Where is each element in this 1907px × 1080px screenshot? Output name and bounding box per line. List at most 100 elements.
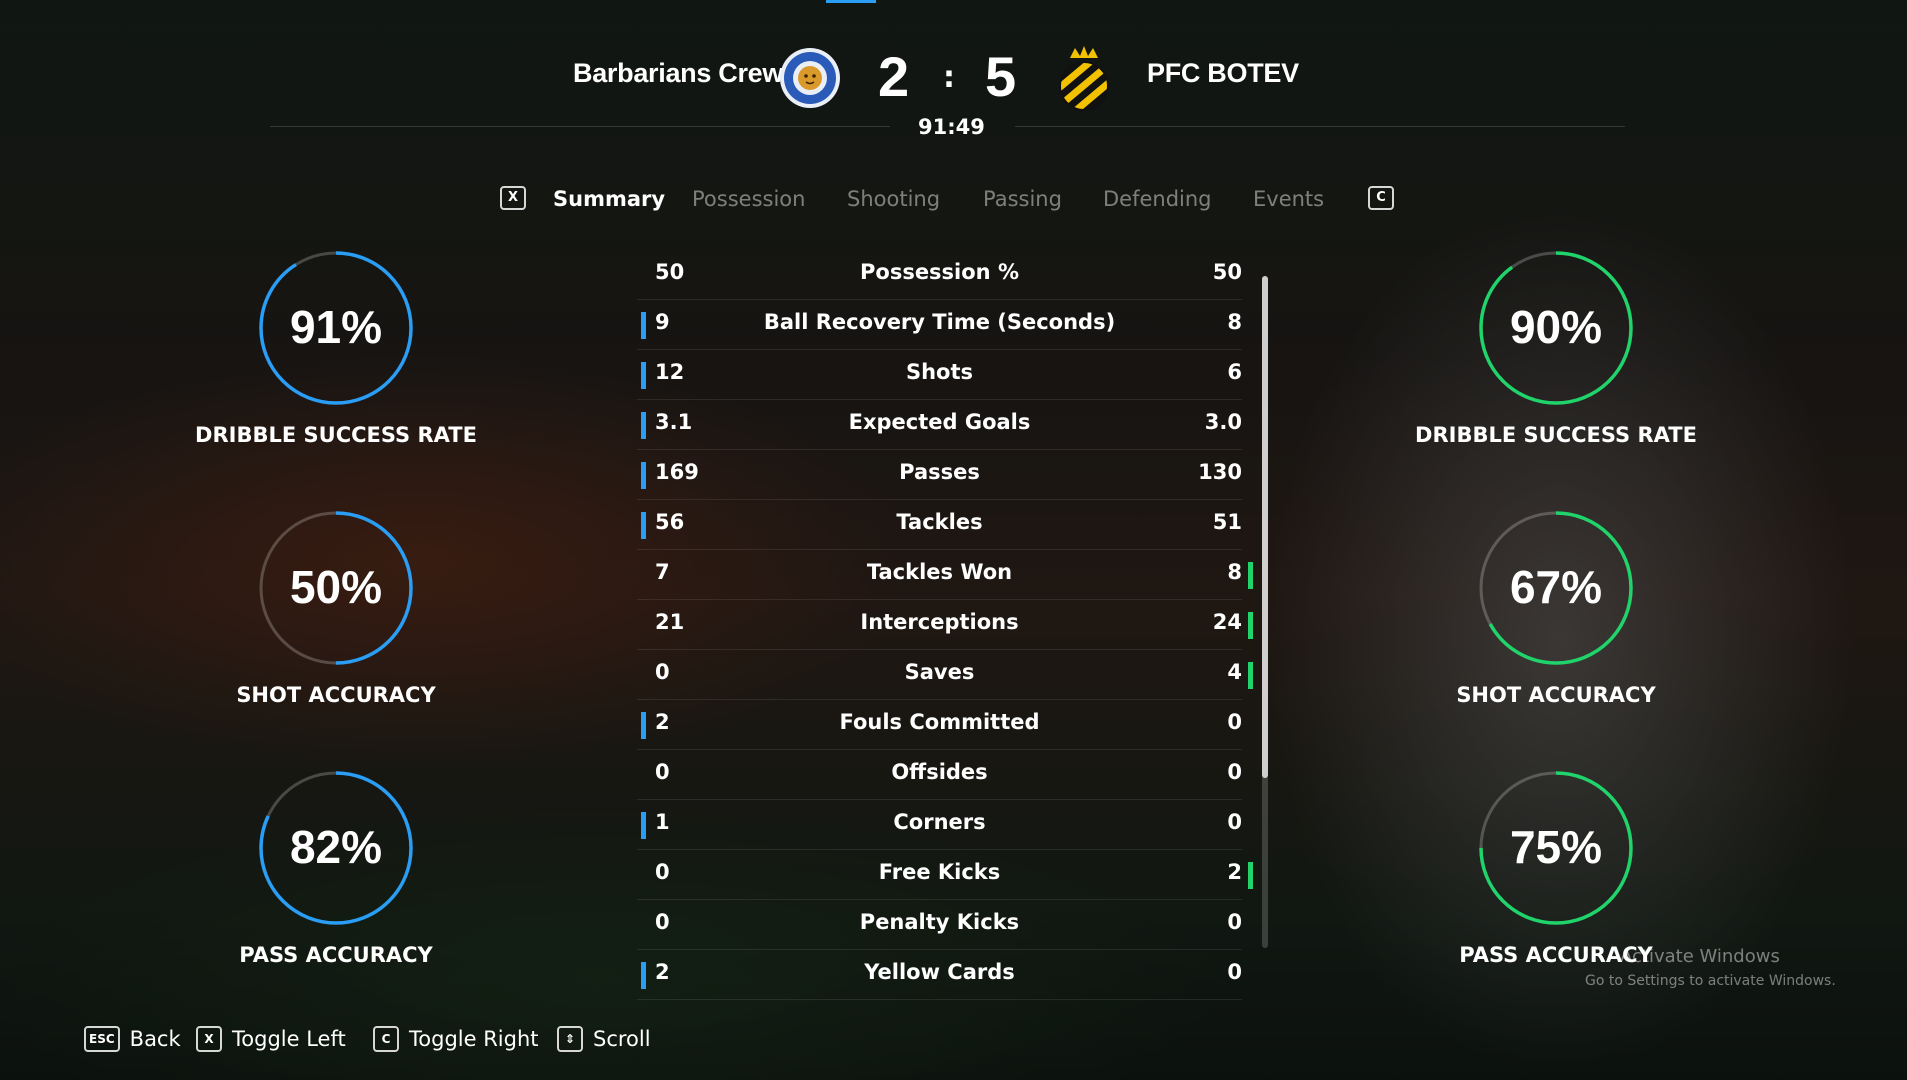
ring-label: DRIBBLE SUCCESS RATE	[195, 423, 477, 447]
away-pass-accuracy-stat: 75% PASS ACCURACY	[1406, 768, 1706, 967]
home-team-name: Barbarians Crew	[573, 58, 784, 88]
stat-row: 1 Corners 0	[637, 800, 1242, 850]
ring-value: 75%	[1509, 821, 1603, 873]
toggle-left-label: Toggle Left	[232, 1027, 346, 1051]
away-stat-value: 6	[1227, 360, 1242, 384]
stat-row: 2 Fouls Committed 0	[637, 700, 1242, 750]
stat-row: 3.1 Expected Goals 3.0	[637, 400, 1242, 450]
match-clock: 91:49	[918, 115, 985, 139]
away-stat-value: 24	[1212, 610, 1242, 634]
ring-gauge: 90%	[1476, 248, 1636, 408]
away-stat-value: 0	[1227, 710, 1242, 734]
stat-label: Tackles	[896, 510, 983, 534]
stat-row: 50 Possession % 50	[637, 250, 1242, 300]
ring-gauge: 82%	[256, 768, 416, 928]
stat-row: 0 Penalty Kicks 0	[637, 900, 1242, 950]
stat-label: Penalty Kicks	[859, 910, 1020, 934]
stat-label: Interceptions	[860, 610, 1019, 634]
away-score: 5	[985, 45, 1017, 108]
stat-row: 56 Tackles 51	[637, 500, 1242, 550]
ring-gauge: 50%	[256, 508, 416, 668]
back-label: Back	[129, 1027, 181, 1051]
stat-row: 9 Ball Recovery Time (Seconds) 8	[637, 300, 1242, 350]
stat-label: Free Kicks	[878, 860, 1001, 884]
ring-value: 91%	[289, 301, 383, 353]
away-lead-bar	[1248, 562, 1253, 589]
stat-row: 7 Tackles Won 8	[637, 550, 1253, 600]
header-divider-right	[1015, 126, 1625, 127]
ring-value: 50%	[289, 561, 383, 613]
activate-windows-subtitle: Go to Settings to activate Windows.	[1585, 973, 1836, 989]
ring-label: PASS ACCURACY	[239, 943, 433, 967]
ring-gauge: 91%	[256, 248, 416, 408]
away-lead-bar	[1248, 662, 1253, 689]
away-dribble-success-stat: 90% DRIBBLE SUCCESS RATE	[1406, 248, 1706, 447]
ring-gauge: 75%	[1476, 768, 1636, 928]
away-stat-value: 3.0	[1204, 410, 1242, 434]
home-pass-accuracy-stat: 82% PASS ACCURACY	[186, 768, 486, 967]
esc-key-icon: ESC	[84, 1026, 120, 1052]
c-key-icon: C	[373, 1026, 399, 1052]
stat-label: Fouls Committed	[839, 710, 1040, 734]
ring-value: 90%	[1509, 301, 1603, 353]
tab-possession[interactable]: Possession	[692, 187, 805, 211]
away-stat-value: 0	[1227, 910, 1242, 934]
tab-right-key[interactable]: C	[1368, 186, 1394, 210]
away-stat-value: 50	[1212, 260, 1242, 284]
activate-windows-title: Activate Windows	[1620, 946, 1780, 967]
away-stat-value: 8	[1227, 310, 1242, 334]
away-team-name: PFC BOTEV	[1147, 58, 1299, 88]
ring-value: 67%	[1509, 561, 1603, 613]
stat-label: Saves	[904, 660, 975, 684]
stats-scrollbar-thumb[interactable]	[1262, 276, 1268, 778]
tab-shooting[interactable]: Shooting	[847, 187, 940, 211]
ring-value: 82%	[289, 821, 383, 873]
away-lead-bar	[1248, 612, 1253, 639]
ring-label: SHOT ACCURACY	[1456, 683, 1656, 707]
away-lead-bar	[1248, 862, 1253, 889]
toggle-left-hint[interactable]: X Toggle Left	[196, 1024, 346, 1054]
score-separator: :	[943, 60, 955, 95]
stat-row: 12 Shots 6	[637, 350, 1242, 400]
x-key-icon: X	[196, 1026, 222, 1052]
tab-defending[interactable]: Defending	[1103, 187, 1212, 211]
tab-left-key[interactable]: X	[500, 186, 526, 210]
tab-passing[interactable]: Passing	[983, 187, 1062, 211]
tab-events[interactable]: Events	[1253, 187, 1324, 211]
crowned-striped-crest-icon	[1053, 46, 1115, 111]
header-divider-left	[270, 126, 890, 127]
stat-label: Possession %	[860, 260, 1019, 284]
stat-row: 21 Interceptions 24	[637, 600, 1253, 650]
away-stat-value: 130	[1198, 460, 1242, 484]
stat-row: 0 Free Kicks 2	[637, 850, 1253, 900]
scroll-hint[interactable]: ⇕ Scroll	[557, 1024, 651, 1054]
stat-label: Tackles Won	[866, 560, 1013, 584]
stat-label: Shots	[905, 360, 974, 384]
stat-label: Ball Recovery Time (Seconds)	[763, 310, 1116, 334]
back-hint[interactable]: ESC Back	[84, 1024, 181, 1054]
ring-gauge: 67%	[1476, 508, 1636, 668]
toggle-right-label: Toggle Right	[409, 1027, 539, 1051]
tab-summary[interactable]: Summary	[553, 187, 665, 211]
stat-label: Expected Goals	[848, 410, 1031, 434]
stat-label: Offsides	[891, 760, 988, 784]
stat-row: 169 Passes 130	[637, 450, 1242, 500]
stat-label: Passes	[899, 460, 980, 484]
scroll-arrows-icon: ⇕	[557, 1026, 583, 1052]
stat-row: 2 Yellow Cards 0	[637, 950, 1242, 1000]
top-tab-indicator	[826, 0, 876, 3]
lion-crest-icon	[779, 47, 841, 109]
home-dribble-success-stat: 91% DRIBBLE SUCCESS RATE	[186, 248, 486, 447]
away-stat-value: 0	[1227, 760, 1242, 784]
toggle-right-hint[interactable]: C Toggle Right	[373, 1024, 539, 1054]
scroll-label: Scroll	[593, 1027, 651, 1051]
away-stat-value: 0	[1227, 810, 1242, 834]
stats-table[interactable]: 50 Possession % 50 9 Ball Recovery Time (Sec…	[637, 250, 1253, 1000]
stat-row: 0 Offsides 0	[637, 750, 1242, 800]
stat-label: Corners	[893, 810, 986, 834]
away-stat-value: 0	[1227, 960, 1242, 984]
ring-label: DRIBBLE SUCCESS RATE	[1415, 423, 1697, 447]
away-stat-value: 4	[1227, 660, 1242, 684]
stat-label: Yellow Cards	[864, 960, 1015, 984]
ring-label: SHOT ACCURACY	[236, 683, 436, 707]
